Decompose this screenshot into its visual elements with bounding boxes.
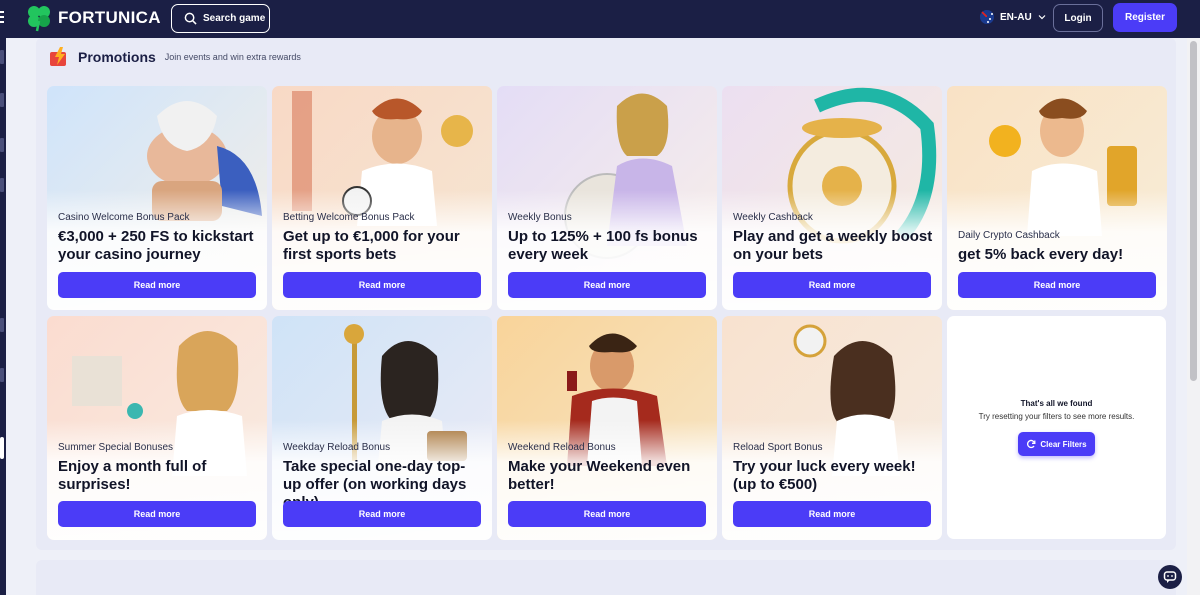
promotions-header: Promotions Join events and win extra rew…	[48, 46, 301, 68]
chevron-down-icon	[1038, 15, 1046, 20]
promo-card[interactable]: Summer Special Bonuses Enjoy a month ful…	[47, 316, 267, 540]
card-title: €3,000 + 250 FS to kickstart your casino…	[58, 228, 254, 263]
read-more-button[interactable]: Read more	[58, 272, 256, 298]
card-tag: Betting Welcome Bonus Pack	[283, 212, 415, 223]
card-title: Up to 125% + 100 fs bonus every week	[508, 228, 698, 263]
chat-button[interactable]	[1158, 565, 1182, 589]
promo-card[interactable]: Daily Crypto Cashback get 5% back every …	[947, 86, 1167, 310]
promo-card[interactable]: Reload Sport Bonus Try your luck every w…	[722, 316, 942, 540]
rail-item[interactable]	[0, 50, 4, 64]
promo-card[interactable]: Weekday Reload Bonus Take special one-da…	[272, 316, 492, 540]
register-button[interactable]: Register	[1113, 3, 1177, 32]
clear-filters-label: Clear Filters	[1040, 439, 1087, 449]
card-title: Enjoy a month full of surprises!	[58, 458, 207, 493]
empty-state-subtitle: Try resetting your filters to see more r…	[978, 412, 1135, 421]
card-tag: Daily Crypto Cashback	[958, 230, 1060, 241]
read-more-button[interactable]: Read more	[733, 272, 931, 298]
page-subtitle: Join events and win extra rewards	[164, 52, 301, 62]
read-more-button[interactable]: Read more	[283, 501, 481, 527]
card-tag: Reload Sport Bonus	[733, 442, 823, 453]
chat-icon	[1163, 571, 1177, 583]
rail-item[interactable]	[0, 93, 4, 107]
rail-item[interactable]	[0, 318, 4, 332]
language-label: EN-AU	[1000, 11, 1032, 23]
card-title: Try your luck every week! (up to €500)	[733, 458, 916, 493]
rail-item[interactable]	[0, 138, 4, 152]
clear-filters-button[interactable]: Clear Filters	[1018, 432, 1095, 456]
top-header: FORTUNICA Search game EN-AU Login Regist…	[0, 0, 1200, 38]
rail-item[interactable]	[0, 178, 4, 192]
card-tag: Weekly Cashback	[733, 212, 813, 223]
empty-state-title: That's all we found	[1020, 399, 1093, 408]
read-more-button[interactable]: Read more	[958, 272, 1156, 298]
read-more-button[interactable]: Read more	[283, 272, 481, 298]
brand-logo[interactable]: FORTUNICA	[26, 4, 161, 32]
promotions-icon	[50, 47, 66, 66]
promo-card[interactable]: Weekly Cashback Play and get a weekly bo…	[722, 86, 942, 310]
rail-item[interactable]	[0, 368, 4, 382]
rail-active-indicator	[0, 437, 4, 459]
scrollbar-thumb[interactable]	[1190, 41, 1197, 381]
clover-logo-icon	[28, 6, 50, 32]
promo-card[interactable]: Weekend Reload Bonus Make your Weekend e…	[497, 316, 717, 540]
brand-name: FORTUNICA	[58, 8, 161, 27]
promo-card[interactable]: Betting Welcome Bonus Pack Get up to €1,…	[272, 86, 492, 310]
promo-card[interactable]: Weekly Bonus Up to 125% + 100 fs bonus e…	[497, 86, 717, 310]
page-title: Promotions	[78, 49, 156, 65]
card-title: get 5% back every day!	[958, 246, 1124, 263]
card-title: Get up to €1,000 for your first sports b…	[283, 228, 460, 263]
card-title: Play and get a weekly boost on your bets	[733, 228, 933, 263]
menu-icon[interactable]	[0, 11, 6, 25]
card-tag: Weekend Reload Bonus	[508, 442, 616, 453]
card-tag: Casino Welcome Bonus Pack	[58, 212, 190, 223]
search-game-label: Search game	[203, 13, 266, 24]
login-button[interactable]: Login	[1053, 4, 1103, 32]
card-tag: Weekday Reload Bonus	[283, 442, 391, 453]
read-more-button[interactable]: Read more	[733, 501, 931, 527]
card-tag: Summer Special Bonuses	[58, 442, 174, 453]
left-sidebar-rail	[0, 38, 6, 595]
language-selector[interactable]: EN-AU	[980, 10, 1046, 24]
footer-section	[36, 560, 1176, 595]
refresh-icon	[1027, 439, 1036, 449]
card-tag: Weekly Bonus	[508, 212, 572, 223]
read-more-button[interactable]: Read more	[58, 501, 256, 527]
empty-state-card: That's all we found Try resetting your f…	[947, 316, 1166, 539]
flag-au-icon	[980, 10, 994, 24]
search-icon	[184, 12, 197, 25]
card-title: Make your Weekend even better!	[508, 458, 691, 493]
read-more-button[interactable]: Read more	[508, 272, 706, 298]
read-more-button[interactable]: Read more	[508, 501, 706, 527]
search-game-button[interactable]: Search game	[171, 4, 270, 33]
promo-card[interactable]: Casino Welcome Bonus Pack €3,000 + 250 F…	[47, 86, 267, 310]
